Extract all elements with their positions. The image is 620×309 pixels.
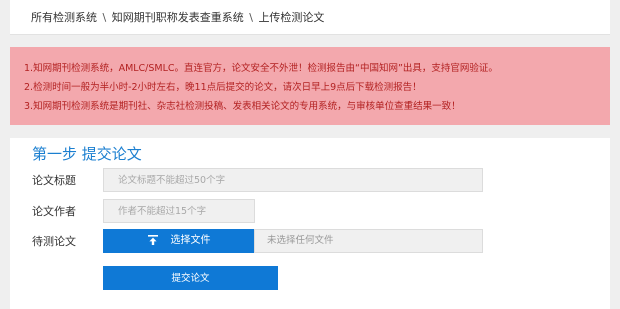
submit-button[interactable]: 提交论文 — [103, 266, 278, 290]
breadcrumb: 所有检测系统 \ 知网期刊职称发表查重系统 \ 上传检测论文 — [10, 0, 610, 35]
choose-file-label: 选择文件 — [170, 235, 211, 246]
breadcrumb-item-all-systems[interactable]: 所有检测系统 — [31, 11, 97, 24]
file-label: 待测论文 — [32, 235, 76, 248]
breadcrumb-item-system[interactable]: 知网期刊职称发表查重系统 — [112, 11, 244, 24]
step-title: 第一步 提交论文 — [32, 145, 142, 163]
breadcrumb-separator: \ — [102, 11, 107, 24]
choose-file-button[interactable]: 选择文件 — [103, 229, 254, 253]
notice-line-2: 2.检测时间一般为半小时-2小时左右，晚11点后提交的论文，请次日早上9点后下载… — [24, 82, 422, 93]
title-input[interactable] — [103, 168, 483, 192]
breadcrumb-item-current: 上传检测论文 — [258, 11, 325, 24]
file-status: 未选择任何文件 — [254, 229, 483, 253]
breadcrumb-separator: \ — [249, 11, 253, 24]
notice-line-1: 1.知网期刊检测系统，AMLC/SMLC。直连官方，论文安全不外泄！检测报告由“… — [24, 63, 498, 74]
notice-line-3: 3.知网期刊检测系统是期刊社、杂志社检测投稿、发表相关论文的专用系统，与审核单位… — [24, 101, 461, 112]
author-input[interactable] — [103, 199, 255, 223]
upload-icon — [147, 235, 158, 245]
notice-box: 1.知网期刊检测系统，AMLC/SMLC。直连官方，论文安全不外泄！检测报告由“… — [10, 47, 610, 125]
submit-panel: 第一步 提交论文 论文标题 论文作者 待测论文 选择文件 未选择任何文件 提交论… — [10, 138, 610, 309]
author-label: 论文作者 — [32, 205, 76, 218]
title-label: 论文标题 — [32, 174, 76, 187]
